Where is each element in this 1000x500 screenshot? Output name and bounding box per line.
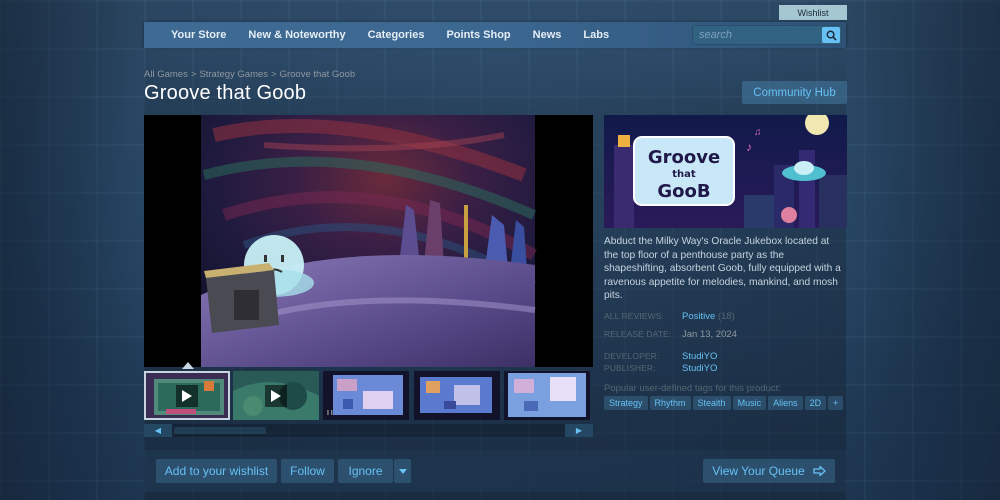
svg-text:GooB: GooB	[657, 181, 710, 202]
publisher-label: PUBLISHER:	[604, 363, 656, 373]
page-title: Groove that Goob	[144, 82, 307, 104]
reviews-label: ALL REVIEWS:	[604, 311, 664, 321]
thumbnail-label: I I	[327, 410, 333, 417]
thumbnail-1[interactable]	[144, 371, 230, 420]
developer-label: DEVELOPER:	[604, 351, 660, 361]
follow-button[interactable]: Follow	[281, 459, 334, 483]
arrow-right-icon	[813, 466, 826, 476]
tag-2d[interactable]: 2D	[804, 396, 827, 410]
active-thumbnail-indicator	[182, 362, 194, 369]
scroll-left-button[interactable]: ◀	[144, 424, 172, 437]
svg-text:♫: ♫	[754, 127, 762, 138]
tag-aliens[interactable]: Aliens	[768, 396, 803, 410]
store-nav-bar: Your Store New & Noteworthy Categories P…	[144, 22, 846, 48]
breadcrumb-separator: >	[190, 69, 197, 80]
thumbnail-image	[504, 371, 590, 420]
breadcrumb: All Games > Strategy Games > Groove that Goo…	[144, 69, 355, 80]
game-description: Abduct the Milky Way's Oracle Jukebox lo…	[604, 236, 841, 302]
nav-item-points-shop[interactable]: Points Shop	[435, 22, 521, 48]
release-date-row: RELEASE DATE: Jan 13, 2024	[604, 329, 847, 343]
reviews-summary[interactable]: Positive (18)	[682, 311, 735, 322]
wishlist-link[interactable]: Wishlist	[779, 5, 847, 20]
reviews-value: Positive	[682, 311, 716, 322]
nav-item-categories[interactable]: Categories	[357, 22, 436, 48]
thumbnail-3[interactable]: I I	[323, 371, 409, 420]
thumbnail-5[interactable]	[504, 371, 590, 420]
developer-link[interactable]: StudiYO	[682, 351, 717, 362]
thumbnail-4[interactable]	[414, 371, 500, 420]
svg-text:♪: ♪	[746, 140, 752, 154]
search-button[interactable]	[822, 27, 840, 43]
thumbnail-2[interactable]	[233, 371, 319, 420]
breadcrumb-separator: >	[271, 69, 277, 80]
thumbnail-image	[414, 371, 500, 420]
tag-rhythm[interactable]: Rhythm	[649, 396, 691, 410]
nav-item-labs[interactable]: Labs	[572, 22, 620, 48]
header-capsule-image: Groove that GooB ♪ ♫	[604, 115, 847, 228]
tag-more-button[interactable]: +	[828, 396, 844, 410]
background-fade-left	[0, 0, 140, 500]
capsule-logo-text: Groove	[648, 147, 720, 168]
search-icon	[826, 30, 837, 41]
breadcrumb-link-all-games[interactable]: All Games	[144, 69, 188, 80]
add-to-wishlist-button[interactable]: Add to your wishlist	[156, 459, 277, 483]
chevron-down-icon	[398, 468, 407, 474]
background-fade-right	[850, 0, 1000, 500]
nav-item-new-noteworthy[interactable]: New & Noteworthy	[237, 22, 356, 48]
publisher-link[interactable]: StudiYO	[682, 363, 717, 374]
thumbnail-strip: I I	[144, 370, 593, 422]
play-icon	[265, 384, 287, 407]
breadcrumb-link-game[interactable]: Groove that Goob	[280, 69, 356, 80]
tag-strategy[interactable]: Strategy	[604, 396, 648, 410]
view-queue-label: View Your Queue	[712, 464, 805, 478]
thumbnail-image	[323, 371, 409, 420]
view-your-queue-button[interactable]: View Your Queue	[703, 459, 835, 483]
tags-heading: Popular user-defined tags for this produ…	[604, 383, 781, 394]
breadcrumb-link-strategy-games[interactable]: Strategy Games	[199, 69, 268, 80]
capsule-art: Groove that GooB ♪ ♫	[604, 115, 847, 228]
svg-text:that: that	[672, 169, 696, 180]
search-box	[692, 25, 842, 45]
reviews-row: ALL REVIEWS: Positive (18)	[604, 311, 847, 325]
tag-stealth[interactable]: Stealth	[692, 396, 731, 410]
play-icon	[176, 384, 198, 407]
thumbnail-scrollbar: ◀ ▶	[144, 424, 593, 437]
reviews-count: (18)	[717, 311, 735, 322]
chevron-left-icon: ◀	[154, 426, 162, 435]
nav-item-your-store[interactable]: Your Store	[144, 22, 237, 48]
ignore-options-dropdown[interactable]	[394, 459, 411, 483]
tag-list: Strategy Rhythm Stealth Music Aliens 2D …	[604, 396, 844, 410]
release-date-value: Jan 13, 2024	[682, 329, 737, 340]
gameplay-screenshot	[144, 115, 593, 367]
nav-item-news[interactable]: News	[522, 22, 573, 48]
chevron-right-icon: ▶	[575, 426, 583, 435]
scroll-right-button[interactable]: ▶	[565, 424, 593, 437]
community-hub-button[interactable]: Community Hub	[742, 81, 847, 104]
tag-music[interactable]: Music	[732, 396, 767, 410]
release-date-label: RELEASE DATE:	[604, 329, 672, 339]
main-media-viewer[interactable]	[144, 115, 593, 367]
ignore-button[interactable]: Ignore	[338, 459, 393, 483]
scroll-handle[interactable]	[174, 427, 266, 434]
publisher-row: PUBLISHER: StudiYO	[604, 363, 847, 377]
search-input[interactable]	[693, 26, 819, 44]
